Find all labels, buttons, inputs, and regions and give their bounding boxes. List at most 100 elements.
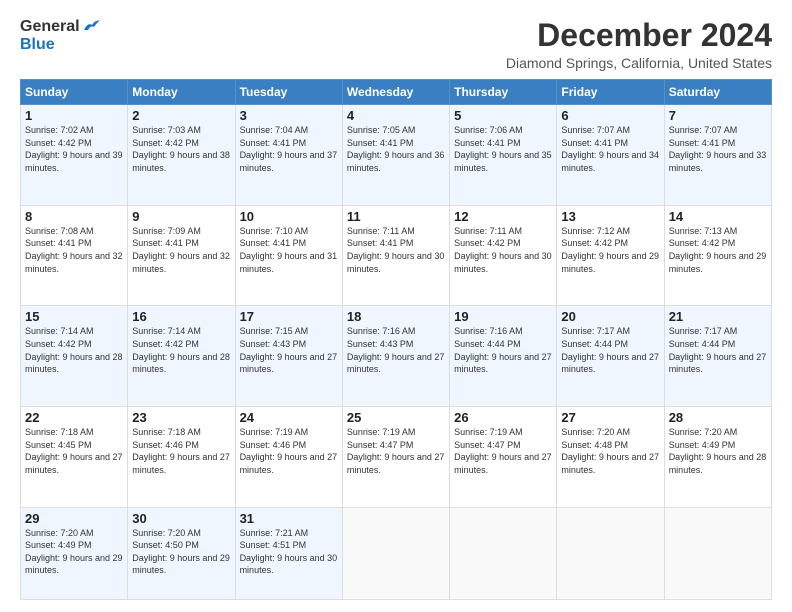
header-tuesday: Tuesday bbox=[235, 80, 342, 105]
day-number: 19 bbox=[454, 309, 552, 324]
day-number: 22 bbox=[25, 410, 123, 425]
calendar-cell: 1 Sunrise: 7:02 AM Sunset: 4:42 PM Dayli… bbox=[21, 105, 128, 206]
calendar-cell: 18 Sunrise: 7:16 AM Sunset: 4:43 PM Dayl… bbox=[342, 306, 449, 407]
day-info: Sunrise: 7:18 AM Sunset: 4:46 PM Dayligh… bbox=[132, 426, 230, 476]
day-info: Sunrise: 7:20 AM Sunset: 4:49 PM Dayligh… bbox=[669, 426, 767, 476]
main-title: December 2024 bbox=[506, 18, 772, 53]
day-info: Sunrise: 7:16 AM Sunset: 4:44 PM Dayligh… bbox=[454, 325, 552, 375]
calendar-cell: 31 Sunrise: 7:21 AM Sunset: 4:51 PM Dayl… bbox=[235, 507, 342, 599]
day-info: Sunrise: 7:19 AM Sunset: 4:46 PM Dayligh… bbox=[240, 426, 338, 476]
calendar-cell: 20 Sunrise: 7:17 AM Sunset: 4:44 PM Dayl… bbox=[557, 306, 664, 407]
calendar-cell: 29 Sunrise: 7:20 AM Sunset: 4:49 PM Dayl… bbox=[21, 507, 128, 599]
calendar-table: Sunday Monday Tuesday Wednesday Thursday… bbox=[20, 79, 772, 600]
day-number: 8 bbox=[25, 209, 123, 224]
day-info: Sunrise: 7:20 AM Sunset: 4:50 PM Dayligh… bbox=[132, 527, 230, 577]
calendar-cell: 25 Sunrise: 7:19 AM Sunset: 4:47 PM Dayl… bbox=[342, 407, 449, 508]
calendar-cell: 13 Sunrise: 7:12 AM Sunset: 4:42 PM Dayl… bbox=[557, 205, 664, 306]
day-info: Sunrise: 7:05 AM Sunset: 4:41 PM Dayligh… bbox=[347, 124, 445, 174]
day-number: 2 bbox=[132, 108, 230, 123]
day-info: Sunrise: 7:20 AM Sunset: 4:48 PM Dayligh… bbox=[561, 426, 659, 476]
header-monday: Monday bbox=[128, 80, 235, 105]
day-info: Sunrise: 7:13 AM Sunset: 4:42 PM Dayligh… bbox=[669, 225, 767, 275]
bird-icon bbox=[82, 20, 100, 34]
day-info: Sunrise: 7:16 AM Sunset: 4:43 PM Dayligh… bbox=[347, 325, 445, 375]
calendar-cell: 12 Sunrise: 7:11 AM Sunset: 4:42 PM Dayl… bbox=[450, 205, 557, 306]
day-number: 15 bbox=[25, 309, 123, 324]
day-info: Sunrise: 7:18 AM Sunset: 4:45 PM Dayligh… bbox=[25, 426, 123, 476]
calendar-cell: 8 Sunrise: 7:08 AM Sunset: 4:41 PM Dayli… bbox=[21, 205, 128, 306]
day-number: 18 bbox=[347, 309, 445, 324]
day-number: 13 bbox=[561, 209, 659, 224]
day-info: Sunrise: 7:19 AM Sunset: 4:47 PM Dayligh… bbox=[454, 426, 552, 476]
calendar-cell: 4 Sunrise: 7:05 AM Sunset: 4:41 PM Dayli… bbox=[342, 105, 449, 206]
day-info: Sunrise: 7:06 AM Sunset: 4:41 PM Dayligh… bbox=[454, 124, 552, 174]
day-info: Sunrise: 7:21 AM Sunset: 4:51 PM Dayligh… bbox=[240, 527, 338, 577]
calendar-cell bbox=[342, 507, 449, 599]
header-wednesday: Wednesday bbox=[342, 80, 449, 105]
day-info: Sunrise: 7:11 AM Sunset: 4:41 PM Dayligh… bbox=[347, 225, 445, 275]
header-sunday: Sunday bbox=[21, 80, 128, 105]
day-info: Sunrise: 7:02 AM Sunset: 4:42 PM Dayligh… bbox=[25, 124, 123, 174]
calendar-cell: 2 Sunrise: 7:03 AM Sunset: 4:42 PM Dayli… bbox=[128, 105, 235, 206]
calendar-cell: 9 Sunrise: 7:09 AM Sunset: 4:41 PM Dayli… bbox=[128, 205, 235, 306]
calendar-cell: 26 Sunrise: 7:19 AM Sunset: 4:47 PM Dayl… bbox=[450, 407, 557, 508]
calendar-cell: 28 Sunrise: 7:20 AM Sunset: 4:49 PM Dayl… bbox=[664, 407, 771, 508]
calendar-cell: 19 Sunrise: 7:16 AM Sunset: 4:44 PM Dayl… bbox=[450, 306, 557, 407]
day-number: 12 bbox=[454, 209, 552, 224]
day-number: 9 bbox=[132, 209, 230, 224]
day-number: 24 bbox=[240, 410, 338, 425]
header-thursday: Thursday bbox=[450, 80, 557, 105]
calendar-cell: 5 Sunrise: 7:06 AM Sunset: 4:41 PM Dayli… bbox=[450, 105, 557, 206]
day-info: Sunrise: 7:19 AM Sunset: 4:47 PM Dayligh… bbox=[347, 426, 445, 476]
calendar-cell: 7 Sunrise: 7:07 AM Sunset: 4:41 PM Dayli… bbox=[664, 105, 771, 206]
day-number: 23 bbox=[132, 410, 230, 425]
day-info: Sunrise: 7:17 AM Sunset: 4:44 PM Dayligh… bbox=[669, 325, 767, 375]
day-number: 6 bbox=[561, 108, 659, 123]
day-number: 31 bbox=[240, 511, 338, 526]
header: General Blue December 2024 Diamond Sprin… bbox=[20, 18, 772, 71]
day-number: 26 bbox=[454, 410, 552, 425]
day-info: Sunrise: 7:20 AM Sunset: 4:49 PM Dayligh… bbox=[25, 527, 123, 577]
day-info: Sunrise: 7:03 AM Sunset: 4:42 PM Dayligh… bbox=[132, 124, 230, 174]
day-number: 1 bbox=[25, 108, 123, 123]
page: General Blue December 2024 Diamond Sprin… bbox=[0, 0, 792, 612]
calendar-cell: 6 Sunrise: 7:07 AM Sunset: 4:41 PM Dayli… bbox=[557, 105, 664, 206]
header-friday: Friday bbox=[557, 80, 664, 105]
day-number: 3 bbox=[240, 108, 338, 123]
day-info: Sunrise: 7:12 AM Sunset: 4:42 PM Dayligh… bbox=[561, 225, 659, 275]
day-info: Sunrise: 7:11 AM Sunset: 4:42 PM Dayligh… bbox=[454, 225, 552, 275]
day-number: 14 bbox=[669, 209, 767, 224]
calendar-cell: 11 Sunrise: 7:11 AM Sunset: 4:41 PM Dayl… bbox=[342, 205, 449, 306]
day-number: 25 bbox=[347, 410, 445, 425]
calendar-cell: 24 Sunrise: 7:19 AM Sunset: 4:46 PM Dayl… bbox=[235, 407, 342, 508]
day-info: Sunrise: 7:09 AM Sunset: 4:41 PM Dayligh… bbox=[132, 225, 230, 275]
day-info: Sunrise: 7:10 AM Sunset: 4:41 PM Dayligh… bbox=[240, 225, 338, 275]
day-number: 28 bbox=[669, 410, 767, 425]
day-number: 7 bbox=[669, 108, 767, 123]
day-info: Sunrise: 7:07 AM Sunset: 4:41 PM Dayligh… bbox=[561, 124, 659, 174]
day-info: Sunrise: 7:07 AM Sunset: 4:41 PM Dayligh… bbox=[669, 124, 767, 174]
day-info: Sunrise: 7:08 AM Sunset: 4:41 PM Dayligh… bbox=[25, 225, 123, 275]
day-number: 27 bbox=[561, 410, 659, 425]
calendar-cell: 30 Sunrise: 7:20 AM Sunset: 4:50 PM Dayl… bbox=[128, 507, 235, 599]
title-block: December 2024 Diamond Springs, Californi… bbox=[506, 18, 772, 71]
calendar-cell: 21 Sunrise: 7:17 AM Sunset: 4:44 PM Dayl… bbox=[664, 306, 771, 407]
header-saturday: Saturday bbox=[664, 80, 771, 105]
logo: General Blue bbox=[20, 18, 100, 54]
day-info: Sunrise: 7:14 AM Sunset: 4:42 PM Dayligh… bbox=[132, 325, 230, 375]
day-number: 11 bbox=[347, 209, 445, 224]
calendar-cell: 23 Sunrise: 7:18 AM Sunset: 4:46 PM Dayl… bbox=[128, 407, 235, 508]
day-number: 29 bbox=[25, 511, 123, 526]
day-info: Sunrise: 7:17 AM Sunset: 4:44 PM Dayligh… bbox=[561, 325, 659, 375]
calendar-cell: 16 Sunrise: 7:14 AM Sunset: 4:42 PM Dayl… bbox=[128, 306, 235, 407]
day-number: 10 bbox=[240, 209, 338, 224]
day-number: 5 bbox=[454, 108, 552, 123]
calendar-cell bbox=[450, 507, 557, 599]
calendar-cell: 3 Sunrise: 7:04 AM Sunset: 4:41 PM Dayli… bbox=[235, 105, 342, 206]
day-info: Sunrise: 7:15 AM Sunset: 4:43 PM Dayligh… bbox=[240, 325, 338, 375]
day-number: 4 bbox=[347, 108, 445, 123]
day-number: 20 bbox=[561, 309, 659, 324]
calendar-cell bbox=[557, 507, 664, 599]
calendar-cell bbox=[664, 507, 771, 599]
day-info: Sunrise: 7:04 AM Sunset: 4:41 PM Dayligh… bbox=[240, 124, 338, 174]
